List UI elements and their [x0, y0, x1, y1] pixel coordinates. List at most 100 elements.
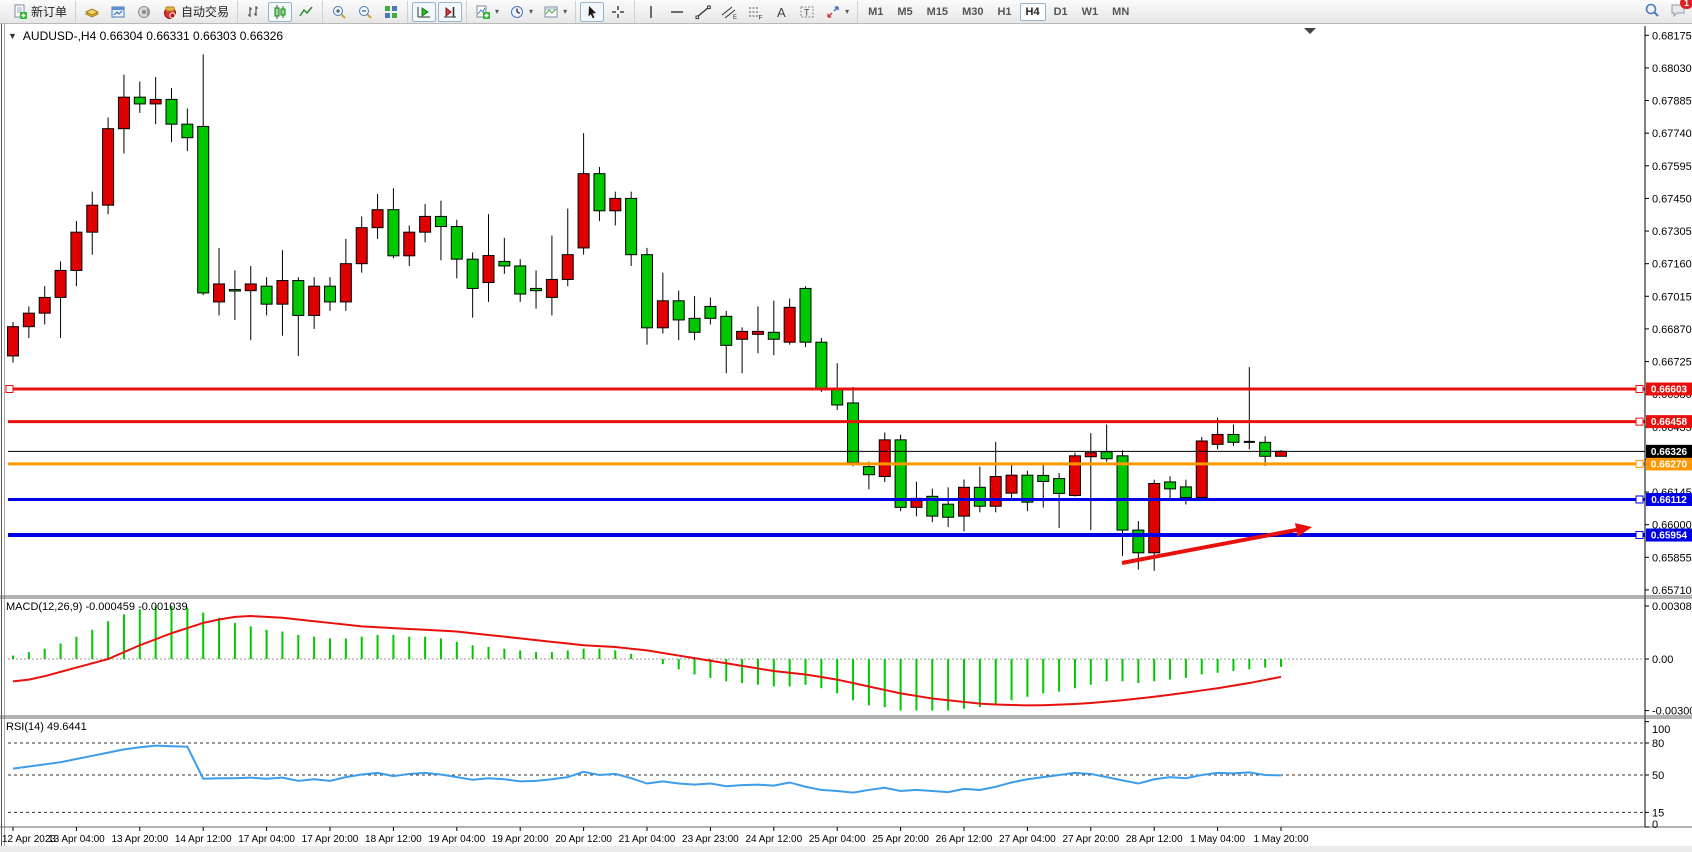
toolbar-right: 1	[1644, 2, 1686, 23]
timeframe-button-w1[interactable]: W1	[1076, 3, 1105, 21]
timeframe-button-d1[interactable]: D1	[1048, 3, 1074, 21]
line-icon	[298, 4, 314, 20]
signals-button[interactable]	[132, 2, 156, 22]
candle-body	[277, 281, 288, 305]
candle-body	[689, 318, 700, 332]
line-handle[interactable]	[6, 386, 13, 393]
candle-body	[467, 259, 478, 288]
chart-shift-button[interactable]	[438, 2, 462, 22]
timeframe-button-h4[interactable]: H4	[1020, 3, 1046, 21]
chart-canvas[interactable]: 0.681750.680300.678850.677400.675950.674…	[0, 24, 1692, 852]
rsi-axis-label: 50	[1652, 770, 1664, 782]
candle-body	[245, 284, 256, 291]
cursor-icon	[584, 4, 600, 20]
dropdown-caret-icon[interactable]: ▾	[845, 7, 849, 16]
candle-body	[372, 210, 383, 228]
horizontal-line-button[interactable]	[665, 2, 689, 22]
candle-body	[483, 256, 494, 283]
line-handle[interactable]	[1636, 496, 1643, 503]
tile-windows-button[interactable]	[379, 2, 403, 22]
timeframe-button-m5[interactable]: M5	[891, 3, 918, 21]
chart-menu-caret[interactable]: ▼	[8, 31, 17, 41]
search-icon	[1644, 2, 1660, 18]
shift-icon	[442, 4, 458, 20]
candle-body	[959, 487, 970, 516]
line-chart-button[interactable]	[294, 2, 318, 22]
time-axis-label: 1 May 20:00	[1253, 834, 1308, 845]
bars-icon	[246, 4, 262, 20]
signal-icon	[136, 4, 152, 20]
new-order-button-label: 新订单	[31, 3, 67, 20]
candle-body	[610, 198, 621, 210]
periods-button[interactable]: ▾	[505, 2, 537, 22]
channel-button[interactable]: E	[717, 2, 741, 22]
toolbar: 新订单 自动交易 ▾ ▾ ▾ EFAT ▾ M1M5M15M30H1H4D1W1MN 1	[0, 0, 1692, 24]
candle-body	[150, 99, 161, 104]
time-axis-label: 13 Apr 20:00	[111, 834, 168, 845]
channel-icon: E	[721, 4, 737, 20]
timeframe-button-m15[interactable]: M15	[921, 3, 954, 21]
price-tick-label: 0.67885	[1652, 96, 1692, 108]
price-tick-label: 0.66870	[1652, 324, 1692, 336]
text-label-button[interactable]: T	[795, 2, 819, 22]
line-handle[interactable]	[1636, 460, 1643, 467]
arrows-button[interactable]: ▾	[821, 2, 853, 22]
candlestick-chart-button[interactable]	[268, 2, 292, 22]
candle-body	[499, 261, 510, 266]
bar-chart-button[interactable]	[242, 2, 266, 22]
text-button[interactable]: A	[769, 2, 793, 22]
arrows-icon	[825, 4, 841, 20]
time-axis-label: 1 May 04:00	[1190, 834, 1245, 845]
toolbar-group	[237, 1, 322, 23]
candle-body	[435, 216, 446, 226]
time-axis-label: 14 Apr 12:00	[175, 834, 232, 845]
timeframe-button-m30[interactable]: M30	[956, 3, 989, 21]
fibonacci-button[interactable]: F	[743, 2, 767, 22]
dropdown-caret-icon[interactable]: ▾	[563, 7, 567, 16]
candle-body	[1054, 479, 1065, 494]
crosshair-button[interactable]	[606, 2, 630, 22]
indicators-button[interactable]: ▾	[471, 2, 503, 22]
new-order-button[interactable]: 新订单	[8, 1, 71, 22]
zoom-out-button[interactable]	[353, 2, 377, 22]
search-button[interactable]	[1644, 2, 1660, 23]
candle-body	[118, 97, 129, 129]
candle-body	[1260, 442, 1271, 456]
toolbar-group: 新订单	[4, 1, 75, 23]
time-axis-label: 20 Apr 12:00	[555, 834, 612, 845]
data-window-button[interactable]	[106, 2, 130, 22]
fibo-icon: F	[747, 4, 763, 20]
candle-body	[1085, 453, 1096, 457]
time-axis-label: 27 Apr 20:00	[1062, 834, 1119, 845]
price-tick-label: 0.68030	[1652, 63, 1692, 75]
line-handle[interactable]	[1636, 386, 1643, 393]
candle-body	[626, 198, 637, 254]
timeframe-button-h1[interactable]: H1	[991, 3, 1017, 21]
candle-body	[420, 216, 431, 232]
trendline-button[interactable]	[691, 2, 715, 22]
line-handle[interactable]	[1636, 418, 1643, 425]
zoom-in-button[interactable]	[327, 2, 351, 22]
candle-body	[103, 129, 114, 206]
vertical-line-button[interactable]	[639, 2, 663, 22]
dropdown-caret-icon[interactable]: ▾	[495, 7, 499, 16]
timeframe-button-mn[interactable]: MN	[1106, 3, 1135, 21]
candle-body	[1149, 484, 1160, 553]
chart-area: ▼ AUDUSD-,H4 0.66304 0.66331 0.66303 0.6…	[0, 24, 1692, 852]
notifications-button[interactable]: 1	[1670, 2, 1686, 23]
templates-button[interactable]: ▾	[539, 2, 571, 22]
toolbar-group	[575, 1, 634, 23]
auto-trading-button[interactable]: 自动交易	[158, 1, 233, 22]
cursor-button[interactable]	[580, 2, 604, 22]
dropdown-caret-icon[interactable]: ▾	[529, 7, 533, 16]
line-handle[interactable]	[1636, 532, 1643, 539]
timeframe-button-m1[interactable]: M1	[862, 3, 889, 21]
rsi-title: RSI(14) 49.6441	[6, 721, 87, 733]
market-watch-button[interactable]	[80, 2, 104, 22]
rsi-axis-label: 100	[1652, 724, 1670, 736]
auto-scroll-button[interactable]	[412, 2, 436, 22]
candle-body	[214, 284, 225, 302]
price-tick-label: 0.67740	[1652, 128, 1692, 140]
template-icon	[543, 4, 559, 20]
time-axis-label: 25 Apr 04:00	[809, 834, 866, 845]
